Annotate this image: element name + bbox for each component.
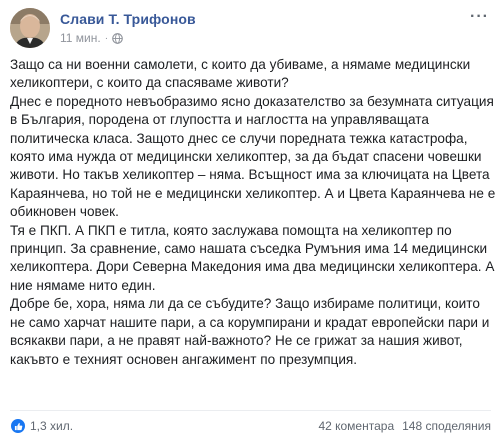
- post-header: Слави Т. Трифонов 11 мин. · ···: [10, 8, 491, 52]
- reactions-count: 1,3 хил.: [30, 419, 74, 433]
- shares-count[interactable]: 148 споделяния: [402, 419, 491, 433]
- globe-icon: [112, 32, 123, 44]
- comments-count[interactable]: 42 коментара: [318, 419, 394, 433]
- avatar-image: [10, 8, 50, 48]
- post-body: Защо са ни военни самолети, с които да у…: [10, 56, 496, 369]
- more-options-button[interactable]: ···: [470, 8, 489, 26]
- engagement-counts: 42 коментара 148 споделяния: [318, 419, 491, 433]
- post-paragraph: Тя е ПКП. А ПКП е титла, която заслужава…: [10, 222, 495, 293]
- footer-divider: [10, 410, 491, 411]
- meta-separator: ·: [104, 32, 109, 44]
- post-meta: 11 мин. ·: [60, 31, 123, 45]
- post-timestamp[interactable]: 11 мин.: [60, 31, 101, 45]
- facebook-post: Слави Т. Трифонов 11 мин. · ··· Защо са …: [0, 0, 501, 448]
- like-icon: [10, 418, 26, 434]
- post-paragraph: Добре бе, хора, няма ли да се събудите? …: [10, 296, 490, 367]
- reactions-summary[interactable]: 1,3 хил.: [10, 418, 73, 434]
- author-name[interactable]: Слави Т. Трифонов: [60, 11, 196, 27]
- post-paragraph: Днес е поредното невъобразимо ясно доказ…: [10, 93, 496, 220]
- post-paragraph: Защо са ни военни самолети, с които да у…: [10, 57, 471, 91]
- author-avatar[interactable]: [10, 8, 50, 48]
- post-footer: 1,3 хил. 42 коментара 148 споделяния: [10, 416, 491, 438]
